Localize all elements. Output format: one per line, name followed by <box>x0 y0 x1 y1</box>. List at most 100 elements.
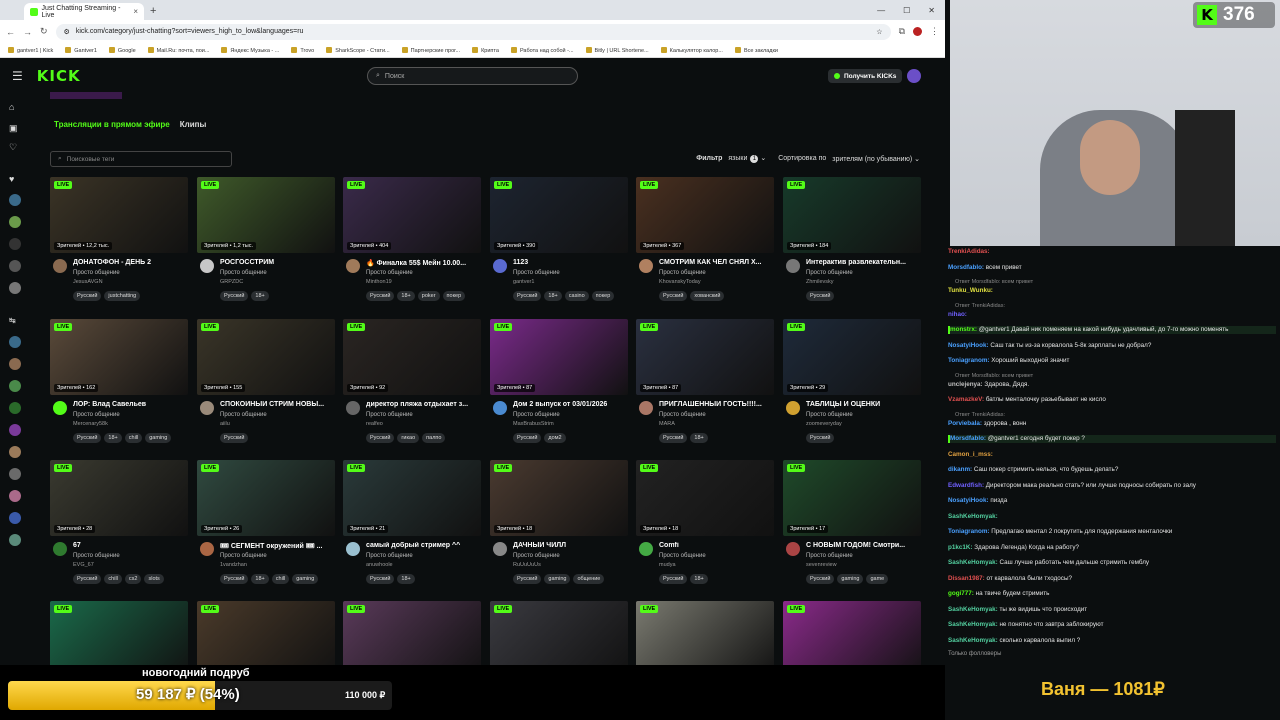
sidebar-channel-avatar[interactable] <box>9 512 21 524</box>
site-info-icon[interactable]: ⚙ <box>64 28 70 36</box>
stream-tag[interactable]: Русский <box>513 574 542 584</box>
get-kicks-button[interactable]: Получить KICKs <box>828 69 903 83</box>
channel-avatar[interactable] <box>346 259 360 273</box>
stream-category[interactable]: Просто общение <box>806 412 853 418</box>
bookmark-item[interactable]: Google <box>109 47 136 54</box>
stream-category[interactable]: Просто общение <box>513 412 560 418</box>
stream-title[interactable]: ДОНАТОФОН - ДЕНЬ 2 <box>73 259 188 266</box>
channel-avatar[interactable] <box>200 259 214 273</box>
bookmark-item[interactable]: gantver1 | Kick <box>8 47 53 54</box>
stream-tag[interactable]: gaming <box>837 574 864 584</box>
stream-title[interactable]: СМОТРИМ КАК ЧЕЛ СНЯЛ Х... <box>659 259 774 266</box>
stream-card[interactable]: LIVE Зрителей • 21 самый добрый стример ^^… <box>343 460 481 596</box>
stream-category[interactable]: Просто общение <box>73 412 120 418</box>
stream-thumbnail[interactable]: LIVE Зрителей • 29 <box>783 319 921 395</box>
channel-avatar[interactable] <box>346 401 360 415</box>
stream-tag[interactable]: Русский <box>73 291 102 301</box>
stream-category[interactable]: Просто общение <box>513 270 560 276</box>
stream-tag[interactable]: Русский <box>366 433 395 443</box>
channel-avatar[interactable] <box>786 259 800 273</box>
stream-tag[interactable]: game <box>866 574 889 584</box>
stream-card[interactable]: LIVE Зрителей • 29 ТАБЛИЦЫ И ОЦЕНКИ Просто … <box>783 319 921 455</box>
stream-title[interactable]: Дом 2 выпуск от 03/01/2026 <box>513 401 628 408</box>
channel-avatar[interactable] <box>639 542 653 556</box>
channel-name[interactable]: 1vandzhan <box>220 562 247 568</box>
chat-username[interactable]: NosatyiHook: <box>948 342 989 349</box>
back-icon[interactable]: ← <box>6 27 15 37</box>
chat-username[interactable]: SashKeHomyak: <box>948 621 998 628</box>
stream-card[interactable]: LIVE Зрителей • 28 67 Просто общение EVG_67 Р… <box>50 460 188 596</box>
stream-tag[interactable]: cs2 <box>124 574 142 584</box>
stream-title[interactable]: 🔥 Финалка 55$ Мейн 10.00... <box>366 259 481 267</box>
bookmark-item[interactable]: Все закладки <box>735 47 778 54</box>
stream-category[interactable]: Просто общение <box>806 553 853 559</box>
stream-tag[interactable]: Русский <box>659 291 688 301</box>
stream-tag[interactable]: Русский <box>220 433 249 443</box>
stream-card[interactable]: LIVE <box>636 601 774 665</box>
stream-title[interactable]: ЛОР: Влад Савельев <box>73 401 188 408</box>
sidebar-channel-avatar[interactable] <box>9 336 21 348</box>
channel-avatar[interactable] <box>493 542 507 556</box>
chat-username[interactable]: Camon_i_mss: <box>948 451 993 458</box>
stream-tag[interactable]: Русский <box>220 574 249 584</box>
stream-thumbnail[interactable]: LIVE <box>50 601 188 665</box>
sidebar-channel-avatar[interactable] <box>9 424 21 436</box>
stream-card[interactable]: LIVE Зрителей • 162 ЛОР: Влад Савельев Прос… <box>50 319 188 455</box>
bookmark-item[interactable]: Mail.Ru: почта, пои... <box>148 47 210 54</box>
stream-tag[interactable]: poker <box>417 291 440 301</box>
stream-tag[interactable]: общение <box>573 574 605 584</box>
stream-tag[interactable]: Русский <box>659 433 688 443</box>
stream-card[interactable]: LIVE Зрителей • 18 ДАЧНЫЙ ЧИЛЛ Просто общен… <box>490 460 628 596</box>
stream-thumbnail[interactable]: LIVE <box>636 601 774 665</box>
chat-username[interactable]: Morsdfablo: <box>948 264 984 271</box>
stream-thumbnail[interactable]: LIVE Зрителей • 184 <box>783 177 921 253</box>
stream-thumbnail[interactable]: LIVE Зрителей • 18 <box>636 460 774 536</box>
favorites-heart-icon[interactable]: ♥ <box>9 174 21 186</box>
channel-name[interactable]: JesusAVGN <box>73 279 103 285</box>
channel-avatar[interactable] <box>53 542 67 556</box>
stream-card[interactable]: LIVE Зрителей • 18 Comfi Просто общение mudy… <box>636 460 774 596</box>
stream-title[interactable]: ТАБЛИЦЫ И ОЦЕНКИ <box>806 401 921 408</box>
chat-username[interactable]: Dissan1987: <box>948 575 985 582</box>
stream-card[interactable]: LIVE <box>197 601 335 665</box>
menu-icon[interactable]: ⋮ <box>930 26 939 37</box>
stream-tag[interactable]: 18+ <box>544 291 562 301</box>
chat-username[interactable]: Toniagranom: <box>948 357 990 364</box>
tab-clips[interactable]: Клипы <box>180 120 207 129</box>
stream-tag[interactable]: Русский <box>366 574 395 584</box>
channel-name[interactable]: MARA <box>659 421 675 427</box>
chat-username[interactable]: dikanm: <box>948 466 972 473</box>
stream-tag[interactable]: 18+ <box>104 433 122 443</box>
chat-username[interactable]: VzamazkeV: <box>948 396 984 403</box>
channel-avatar[interactable] <box>200 542 214 556</box>
stream-title[interactable]: 🎟 СЕГМЕНТ окружений 🎟 ... <box>220 542 335 550</box>
stream-tag[interactable]: Русский <box>220 291 249 301</box>
following-icon[interactable]: ♡ <box>9 142 21 154</box>
stream-thumbnail[interactable]: LIVE Зрителей • 92 <box>343 319 481 395</box>
stream-tag[interactable]: 18+ <box>251 291 269 301</box>
new-tab-button[interactable]: + <box>150 5 156 17</box>
sidebar-channel-avatar[interactable] <box>9 194 21 206</box>
chat-username[interactable]: gogi777: <box>948 590 974 597</box>
sidebar-channel-avatar[interactable] <box>9 358 21 370</box>
stream-card[interactable]: LIVE Зрителей • 367 СМОТРИМ КАК ЧЕЛ СНЯЛ Х… <box>636 177 774 313</box>
stream-thumbnail[interactable]: LIVE Зрителей • 17 <box>783 460 921 536</box>
stream-thumbnail[interactable]: LIVE Зрителей • 87 <box>636 319 774 395</box>
home-icon[interactable]: ⌂ <box>9 102 21 114</box>
stream-tag[interactable]: casino <box>564 291 589 301</box>
stream-card[interactable]: LIVE Зрителей • 87 Дом 2 выпуск от 03/01/2… <box>490 319 628 455</box>
bookmark-item[interactable]: Работа над собой -... <box>511 47 574 54</box>
sidebar-channel-avatar[interactable] <box>9 216 21 228</box>
stream-title[interactable]: С НОВЫМ ГОДОМ! Смотри... <box>806 542 921 549</box>
chat-username[interactable]: SashKeHomyak: <box>948 513 998 520</box>
chat-username[interactable]: Edwardfish: <box>948 482 984 489</box>
chat-username[interactable]: Morsdfablo: <box>950 435 986 442</box>
channel-avatar[interactable] <box>786 542 800 556</box>
stream-category[interactable]: Просто общение <box>73 553 120 559</box>
channel-avatar[interactable] <box>53 259 67 273</box>
stream-thumbnail[interactable]: LIVE Зрителей • 404 <box>343 177 481 253</box>
stream-category[interactable]: Просто общение <box>659 270 706 276</box>
stream-card[interactable]: LIVE Зрителей • 155 СПОКОЙНЫЙ СТРИМ НОВЫ..… <box>197 319 335 455</box>
chat-username[interactable]: SashKeHomyak: <box>948 606 998 613</box>
chat-username[interactable]: p1kc1K: <box>948 544 973 551</box>
